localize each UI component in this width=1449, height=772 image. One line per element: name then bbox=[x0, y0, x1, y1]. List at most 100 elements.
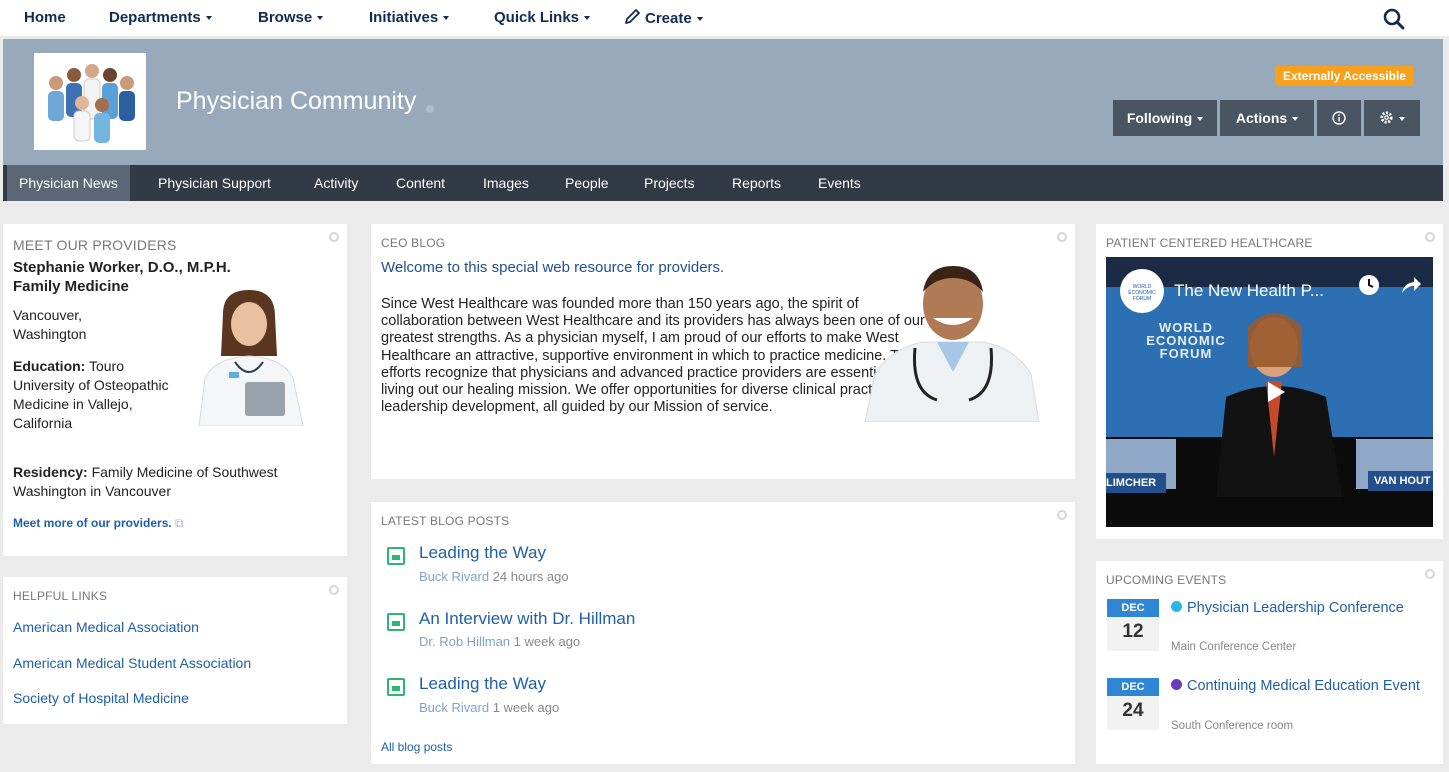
blog-post-author[interactable]: Dr. Rob Hillman bbox=[419, 634, 510, 649]
search-icon[interactable] bbox=[1382, 7, 1406, 31]
widget-settings-icon[interactable] bbox=[329, 585, 339, 595]
provider-education: Education: Touro University of Osteopath… bbox=[13, 357, 173, 433]
event-type-icon bbox=[1171, 601, 1182, 612]
nav-home-label: Home bbox=[24, 9, 66, 26]
video-title[interactable]: The New Health P... bbox=[1174, 281, 1324, 301]
tab-content[interactable]: Content bbox=[384, 165, 457, 201]
actions-button[interactable]: Actions bbox=[1220, 100, 1314, 136]
watch-later-icon[interactable] bbox=[1357, 273, 1381, 297]
meet-more-label: Meet more of our providers. bbox=[13, 516, 172, 530]
settings-button[interactable] bbox=[1364, 100, 1420, 136]
latest-blog-posts-widget: LATEST BLOG POSTS Leading the Way Buck R… bbox=[371, 502, 1075, 764]
blog-post-icon bbox=[387, 547, 405, 565]
widget-settings-icon[interactable] bbox=[329, 232, 339, 242]
event-day: 24 bbox=[1122, 700, 1144, 721]
event-title[interactable]: Continuing Medical Education Event bbox=[1171, 677, 1421, 695]
nav-departments[interactable]: Departments bbox=[109, 9, 212, 26]
ceo-portrait-image bbox=[864, 266, 1040, 422]
place-title-label: Physician Community bbox=[176, 87, 417, 115]
event-location: South Conference room bbox=[1171, 720, 1294, 732]
meet-more-providers-link[interactable]: Meet more of our providers. ⧉ bbox=[13, 514, 184, 533]
chevron-down-icon bbox=[1197, 117, 1204, 122]
provider-location: Vancouver, Washington bbox=[13, 307, 87, 342]
event-day: 12 bbox=[1122, 621, 1144, 642]
event-date: DEC 24 bbox=[1107, 678, 1159, 730]
widget-settings-icon[interactable] bbox=[1425, 232, 1435, 242]
chevron-down-icon bbox=[584, 16, 591, 21]
tab-reports[interactable]: Reports bbox=[720, 165, 793, 201]
event-month: DEC bbox=[1107, 599, 1159, 617]
gear-icon bbox=[1380, 111, 1393, 124]
education-label: Education: bbox=[13, 358, 86, 374]
provider-name: Stephanie Worker, D.O., M.P.H. bbox=[13, 259, 231, 276]
chevron-down-icon bbox=[205, 16, 212, 21]
tab-images[interactable]: Images bbox=[471, 165, 541, 201]
blog-post-title[interactable]: Leading the Way bbox=[419, 674, 546, 694]
place-title[interactable]: Physician Community bbox=[176, 87, 435, 116]
nav-browse-label: Browse bbox=[258, 9, 313, 26]
tab-physician-support[interactable]: Physician Support bbox=[146, 165, 283, 201]
video-player[interactable]: WORLD ECONOMIC FORUM The New Health P...… bbox=[1106, 257, 1433, 527]
following-button[interactable]: Following bbox=[1113, 100, 1217, 136]
share-icon[interactable] bbox=[1398, 273, 1422, 297]
event-date: DEC 12 bbox=[1107, 599, 1159, 651]
info-button[interactable] bbox=[1317, 100, 1361, 136]
residency-label: Residency: bbox=[13, 464, 88, 480]
upcoming-events-widget: UPCOMING EVENTS DEC 12 Physician Leaders… bbox=[1096, 561, 1443, 764]
chevron-down-icon bbox=[317, 16, 324, 21]
blog-post-meta: Buck Rivard 1 week ago bbox=[419, 700, 559, 715]
widget-settings-icon[interactable] bbox=[1057, 232, 1067, 242]
helpful-links-widget: HELPFUL LINKS American Medical Associati… bbox=[3, 577, 347, 724]
blog-post-icon bbox=[387, 678, 405, 696]
pencil-icon bbox=[625, 9, 640, 24]
nav-create[interactable]: Create bbox=[624, 9, 703, 27]
chevron-down-icon bbox=[1399, 117, 1405, 122]
nav-initiatives[interactable]: Initiatives bbox=[369, 9, 450, 26]
meet-our-providers-widget: MEET OUR PROVIDERS Stephanie Worker, D.O… bbox=[3, 224, 347, 556]
nav-browse[interactable]: Browse bbox=[258, 9, 324, 26]
widget-settings-icon[interactable] bbox=[1057, 510, 1067, 520]
nav-quick-links-label: Quick Links bbox=[494, 9, 580, 26]
nav-quick-links[interactable]: Quick Links bbox=[494, 9, 591, 26]
tab-activity[interactable]: Activity bbox=[302, 165, 370, 201]
chevron-down-icon[interactable] bbox=[426, 105, 435, 113]
widget-title: CEO BLOG bbox=[381, 236, 446, 250]
channel-logo[interactable]: WORLD ECONOMIC FORUM bbox=[1120, 269, 1164, 313]
play-icon[interactable] bbox=[1260, 377, 1290, 407]
blog-post-time: 1 week ago bbox=[492, 700, 560, 715]
chevron-down-icon bbox=[1292, 117, 1299, 122]
blog-post-author[interactable]: Buck Rivard bbox=[419, 569, 489, 584]
event-title[interactable]: Physician Leadership Conference bbox=[1171, 599, 1421, 617]
link-society-of-hospital-medicine[interactable]: Society of Hospital Medicine bbox=[13, 690, 189, 706]
doctor-woman-image bbox=[198, 290, 304, 426]
tab-events[interactable]: Events bbox=[806, 165, 873, 201]
nav-initiatives-label: Initiatives bbox=[369, 9, 439, 26]
blog-post-meta: Buck Rivard 24 hours ago bbox=[419, 569, 569, 584]
widget-title: UPCOMING EVENTS bbox=[1106, 573, 1227, 587]
all-blog-posts-link[interactable]: All blog posts bbox=[381, 740, 452, 754]
tab-physician-news[interactable]: Physician News bbox=[7, 165, 130, 201]
widget-settings-icon[interactable] bbox=[1425, 569, 1435, 579]
externally-accessible-badge: Externally Accessible bbox=[1275, 66, 1414, 86]
widget-title: MEET OUR PROVIDERS bbox=[13, 237, 177, 253]
widget-title: PATIENT CENTERED HEALTHCARE bbox=[1106, 236, 1313, 250]
tab-people[interactable]: People bbox=[553, 165, 621, 201]
ceo-blog-body: Since West Healthcare was founded more t… bbox=[381, 296, 931, 416]
place-avatar bbox=[34, 53, 146, 150]
blog-post-title[interactable]: An Interview with Dr. Hillman bbox=[419, 609, 635, 629]
link-american-medical-association[interactable]: American Medical Association bbox=[13, 619, 199, 635]
place-banner: Physician Community Externally Accessibl… bbox=[3, 39, 1443, 165]
speaker-label-right: VAN HOUT bbox=[1368, 471, 1433, 491]
top-navigation: Home Departments Browse Initiatives Quic… bbox=[0, 0, 1449, 36]
blog-post-title[interactable]: Leading the Way bbox=[419, 543, 546, 563]
blog-post-time: 24 hours ago bbox=[492, 569, 569, 584]
info-icon bbox=[1332, 111, 1346, 125]
tab-projects[interactable]: Projects bbox=[632, 165, 707, 201]
link-american-medical-student-association[interactable]: American Medical Student Association bbox=[13, 655, 251, 671]
widget-title: LATEST BLOG POSTS bbox=[381, 514, 510, 528]
blog-post-author[interactable]: Buck Rivard bbox=[419, 700, 489, 715]
ceo-blog-headline[interactable]: Welcome to this special web resource for… bbox=[381, 259, 724, 276]
external-link-icon: ⧉ bbox=[175, 516, 184, 530]
nav-home[interactable]: Home bbox=[24, 9, 66, 26]
following-label: Following bbox=[1126, 110, 1193, 126]
